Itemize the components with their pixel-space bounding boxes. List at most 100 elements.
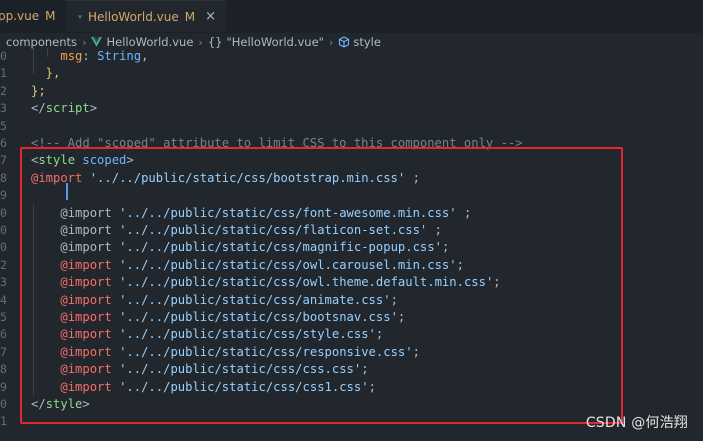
code-token: '../../public/static/css/flaticon-set.cs… — [119, 223, 428, 237]
code-token: > — [126, 153, 134, 168]
breadcrumb-object[interactable]: "HelloWorld.vue" — [226, 35, 324, 49]
code-line[interactable]: 1 }, — [0, 65, 703, 82]
breadcrumb-folder[interactable]: components — [6, 35, 77, 49]
line-number: 2 — [0, 257, 7, 272]
line-number: 0 — [0, 397, 7, 411]
code-line[interactable]: 6 @import '../../public/static/css/style… — [0, 326, 703, 343]
code-token: @import — [60, 379, 112, 394]
code-token: ; — [397, 310, 406, 324]
code-line[interactable]: 9 @import '../../public/static/css/css1.… — [0, 379, 703, 396]
code-text: @import '../../public/static/css/animate… — [31, 292, 398, 309]
code-token: @import — [60, 257, 112, 272]
code-token: </ — [31, 101, 46, 116]
code-line[interactable]: 8 @import '../../public/static/css/css.c… — [0, 361, 703, 378]
code-text: </style> — [31, 396, 90, 413]
code-token: @import — [60, 275, 112, 290]
code-text: @import '../../public/static/css/css.css… — [31, 361, 368, 378]
code-line[interactable]: 4 @import '../../public/static/css/anima… — [0, 292, 703, 309]
code-token: '../../public/static/css/css1.css' — [119, 379, 369, 394]
code-line[interactable]: 8 @import '../../public/static/css/bootst… — [0, 170, 703, 187]
vue-file-icon — [78, 14, 83, 19]
line-number: 3 — [0, 101, 7, 116]
code-token: : — [82, 49, 98, 63]
code-token: ; — [368, 379, 376, 394]
code-token: > — [82, 397, 90, 411]
braces-icon: {} — [207, 35, 223, 49]
code-line[interactable]: 7 @import '../../public/static/css/respo… — [0, 344, 703, 361]
code-line[interactable]: 0 @import '../../public/static/css/flati… — [0, 222, 703, 239]
line-number: 0 — [0, 205, 7, 220]
code-text: @import '../../public/static/css/css1.cs… — [31, 379, 376, 396]
code-token: scoped — [82, 153, 127, 168]
code-text: @import '../../public/static/css/respons… — [31, 344, 420, 361]
code-token: ; — [405, 170, 420, 185]
code-token: '../../public/static/css/owl.theme.defau… — [119, 275, 494, 290]
code-token: ; — [412, 344, 420, 359]
line-number: 9 — [0, 379, 7, 394]
code-text: msg: String, — [31, 48, 148, 65]
tab-label: pp.vue — [0, 9, 40, 23]
code-line[interactable]: 9 — [0, 187, 703, 204]
code-text: </script> — [31, 100, 97, 117]
code-token: '../../public/static/css/owl.carousel.mi… — [119, 257, 457, 272]
code-line[interactable]: 2}; — [0, 83, 703, 100]
code-token: ; — [493, 275, 501, 290]
line-number: 9 — [0, 188, 7, 203]
code-line[interactable]: 0 msg: String, — [0, 48, 703, 65]
code-line[interactable]: 0 @import '../../public/static/css/font-… — [0, 205, 703, 222]
code-line[interactable]: 6 <!-- Add "scoped" attribute to limit CS… — [0, 135, 703, 152]
code-line[interactable]: 0 </style> — [0, 396, 703, 413]
close-icon[interactable]: × — [205, 9, 216, 24]
chevron-right-icon: › — [198, 35, 203, 49]
code-line[interactable]: 3 </script> — [0, 100, 703, 117]
code-text: @import '../../public/static/css/bootsna… — [31, 309, 405, 326]
line-number: 4 — [0, 292, 7, 307]
tab-label: HelloWorld.vue — [88, 9, 179, 24]
line-number: 6 — [0, 327, 7, 342]
code-line[interactable]: 2 @import '../../public/static/css/owl.c… — [0, 257, 703, 274]
code-text: @import '../../public/static/css/font-aw… — [31, 205, 471, 222]
code-line[interactable]: 5 — [0, 118, 703, 135]
code-token: ; — [441, 240, 450, 255]
code-text: @import '../../public/static/css/flatico… — [31, 222, 442, 239]
line-number: 8 — [0, 362, 7, 377]
code-token: @import — [60, 344, 112, 359]
code-line[interactable]: 0 @import '../../public/static/css/magni… — [0, 239, 703, 256]
line-number: 2 — [0, 83, 7, 98]
line-number: 5 — [0, 310, 7, 324]
breadcrumb-file[interactable]: HelloWorld.vue — [106, 35, 193, 49]
line-number: 8 — [0, 170, 7, 185]
breadcrumb-symbol[interactable]: style — [353, 35, 381, 49]
tab-helloworld-vue[interactable]: HelloWorld.vue M × — [66, 0, 226, 32]
watermark: CSDN @何浩翔 — [585, 415, 688, 431]
tab-app-vue[interactable]: pp.vue M — [0, 0, 66, 32]
code-text: @import '../../public/static/css/style.c… — [31, 326, 383, 343]
code-line[interactable]: 7 <style scoped> — [0, 152, 703, 169]
line-number: 7 — [0, 344, 7, 359]
code-token: ; — [390, 292, 398, 307]
code-token: ; — [456, 257, 464, 272]
code-token: @import — [60, 240, 112, 255]
code-text: }, — [31, 65, 61, 82]
code-line[interactable]: 3 @import '../../public/static/css/owl.t… — [0, 274, 703, 291]
code-editor[interactable]: 0 msg: String, 1 }, 2}; 3 </script> 5 6 <!-- Ad… — [0, 48, 703, 441]
code-token: '../../public/static/css/bootstrap.min.c… — [89, 170, 406, 185]
line-number: 6 — [0, 136, 7, 150]
code-text: }; — [31, 83, 46, 100]
code-token: @import — [60, 223, 112, 237]
code-token: @import — [60, 327, 112, 342]
code-line[interactable]: 5 @import '../../public/static/css/boots… — [0, 309, 703, 326]
